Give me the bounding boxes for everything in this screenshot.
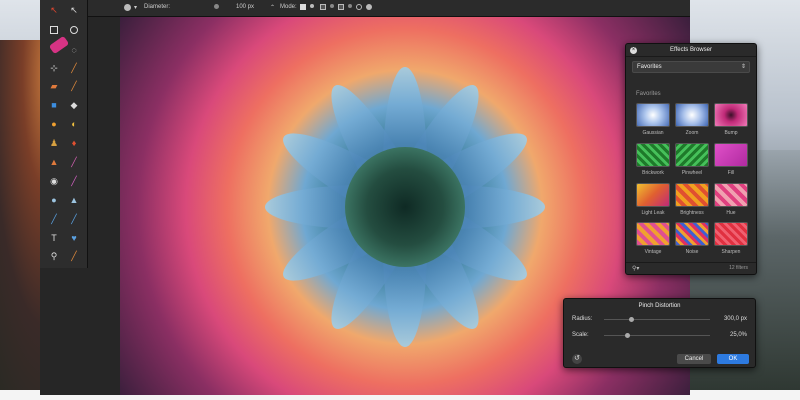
- scale-value[interactable]: 25,0%: [730, 332, 747, 338]
- heart-shape-icon[interactable]: ♥: [68, 232, 80, 244]
- effect-fill[interactable]: Fill: [713, 143, 749, 179]
- mode-dot-icon[interactable]: [310, 4, 314, 10]
- radius-slider-knob[interactable]: [629, 317, 634, 322]
- effect-vintage[interactable]: Vintage: [635, 222, 671, 258]
- shape-icon[interactable]: ■: [48, 99, 60, 111]
- effect-brickwork[interactable]: Brickwork: [635, 143, 671, 179]
- gear-icon[interactable]: [124, 4, 131, 13]
- burn-icon[interactable]: ♦: [68, 137, 80, 149]
- search-icon[interactable]: ⚲▾: [632, 265, 639, 272]
- sponge-icon[interactable]: ╱: [68, 175, 80, 187]
- effect-brightness[interactable]: Brightness: [674, 183, 710, 219]
- cancel-button[interactable]: Cancel: [677, 354, 711, 364]
- heal-icon[interactable]: ▲: [48, 156, 60, 168]
- effect-label: Noise: [685, 249, 699, 255]
- mode-copy-icon[interactable]: [320, 4, 326, 11]
- zoom-icon[interactable]: ⚲: [48, 250, 60, 262]
- chevron-updown-icon: ⇕: [740, 64, 746, 70]
- mode-dot2-icon[interactable]: [330, 4, 334, 10]
- radius-slider[interactable]: [604, 319, 710, 320]
- pen-icon[interactable]: ╱: [48, 213, 60, 225]
- flower-center: [345, 147, 465, 267]
- radius-value[interactable]: 300,0 px: [724, 316, 747, 322]
- effect-light-leak[interactable]: Light Leak: [635, 183, 671, 219]
- text-icon[interactable]: T: [48, 232, 60, 244]
- scale-slider-knob[interactable]: [625, 333, 630, 338]
- gradient-icon[interactable]: ◐: [68, 118, 80, 130]
- radius-label: Radius:: [572, 316, 593, 322]
- effect-zoom[interactable]: Zoom: [674, 103, 710, 139]
- effect-pinwheel[interactable]: Pinwheel: [674, 143, 710, 179]
- category-dropdown-value: Favorites: [637, 64, 662, 70]
- section-label: Favorites: [636, 91, 661, 97]
- clone-stamp-icon[interactable]: ♟: [48, 137, 60, 149]
- pinch-distortion-title: Pinch Distortion: [638, 303, 681, 309]
- mode-circle-icon[interactable]: [356, 4, 362, 12]
- effect-label: Brightness: [680, 210, 704, 216]
- tool-options-bar: ▾ Diameter: 100 px ⌃ Mode:: [40, 0, 690, 17]
- pinch-distortion-panel: Pinch Distortion Radius: 300,0 px Scale:…: [563, 298, 756, 368]
- category-dropdown[interactable]: Favorites ⇕: [632, 61, 750, 73]
- effect-label: Fill: [727, 170, 735, 176]
- effect-noise[interactable]: Noise: [674, 222, 710, 258]
- mode-mask-icon[interactable]: [338, 4, 344, 11]
- ok-button[interactable]: OK: [717, 354, 749, 364]
- effect-label: Light Leak: [641, 210, 665, 216]
- sharpen-icon[interactable]: ▲: [68, 194, 80, 206]
- mode-normal-icon[interactable]: [300, 4, 306, 11]
- effect-label: Vintage: [644, 249, 662, 255]
- effect-label: Bump: [724, 130, 738, 136]
- diameter-label: Diameter:: [144, 4, 171, 10]
- pencil-icon[interactable]: ╱: [68, 80, 80, 92]
- brush-icon[interactable]: ╱: [68, 213, 80, 225]
- red-eye-icon[interactable]: ◉: [48, 175, 60, 187]
- ellipse-select-icon[interactable]: [68, 24, 80, 36]
- effects-browser-title: Effects Browser: [670, 47, 712, 53]
- scale-slider[interactable]: [604, 335, 710, 336]
- eraser-icon[interactable]: ▰: [48, 80, 60, 92]
- effect-hue[interactable]: Hue: [713, 183, 749, 219]
- lasso-icon[interactable]: ◌: [68, 44, 80, 56]
- effect-label: Pinwheel: [681, 170, 703, 176]
- effects-browser-footer: ⚲▾ 12 filters: [626, 262, 756, 274]
- brush-selection-icon[interactable]: [48, 35, 70, 55]
- diameter-value[interactable]: 100 px: [236, 4, 254, 10]
- effect-label: Sharpen: [721, 249, 741, 255]
- scale-label: Scale:: [572, 332, 589, 338]
- diameter-stepper[interactable]: ⌃: [270, 4, 275, 11]
- effect-gaussian[interactable]: Gaussian: [635, 103, 671, 139]
- effect-label: Brickwork: [642, 170, 664, 176]
- drop-icon[interactable]: ●: [48, 194, 60, 206]
- effect-label: Zoom: [685, 130, 699, 136]
- effect-label: Gaussian: [642, 130, 664, 136]
- crop-icon[interactable]: ⊹: [48, 62, 60, 74]
- filter-count: 12 filters: [729, 265, 748, 271]
- effect-label: Hue: [726, 210, 736, 216]
- mode-target-icon[interactable]: [366, 4, 372, 12]
- mode-label: Mode:: [280, 4, 297, 10]
- arrange-tool-icon[interactable]: ↖: [68, 4, 80, 16]
- eyedropper-icon[interactable]: ╱: [68, 62, 80, 74]
- rect-select-icon[interactable]: [48, 24, 60, 36]
- smudge-icon[interactable]: ╱: [68, 156, 80, 168]
- diameter-slider[interactable]: [214, 4, 219, 11]
- mode-dot3-icon[interactable]: [348, 4, 352, 10]
- effect-bump[interactable]: Bump: [713, 103, 749, 139]
- color-picker-icon[interactable]: ╱: [68, 250, 80, 262]
- effects-browser-titlebar[interactable]: × Effects Browser: [626, 44, 756, 57]
- reset-icon[interactable]: ↺: [572, 354, 582, 364]
- effect-sharpen[interactable]: Sharpen: [713, 222, 749, 258]
- tools-panel: ↖ ↖ ◌ ⊹ ╱ ▰ ╱ ■ ◆ ● ◐ ♟ ♦ ▲ ╱ ◉ ╱ ● ▲ ╱ …: [40, 0, 88, 268]
- chevron-down-icon[interactable]: ▾: [134, 4, 137, 11]
- paint-bucket-icon[interactable]: ◆: [68, 99, 80, 111]
- move-tool-icon[interactable]: ↖: [48, 4, 60, 16]
- effects-browser-panel: × Effects Browser Favorites ⇕ Favorites …: [625, 43, 757, 275]
- blob-icon[interactable]: ●: [48, 118, 60, 130]
